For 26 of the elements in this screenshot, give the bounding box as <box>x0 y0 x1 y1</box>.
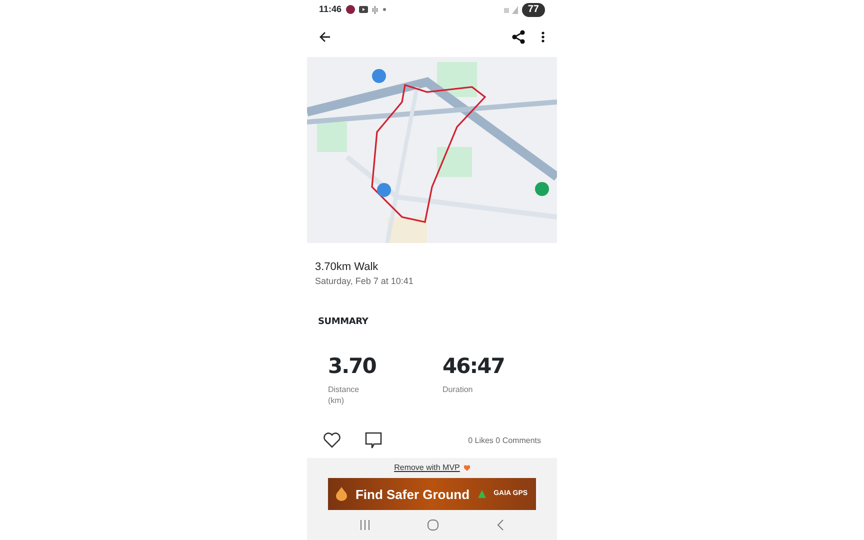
audio-icon <box>372 6 379 14</box>
signal-icon <box>504 6 518 14</box>
section-heading: SUMMARY <box>318 316 370 329</box>
video-icon <box>358 6 368 14</box>
back-icon[interactable] <box>319 31 331 44</box>
share-icon[interactable] <box>512 30 525 44</box>
activity-date: Saturday, Feb 7 at 10:41 <box>315 275 414 288</box>
likes-comments-count: 0 Likes 0 Comments <box>468 434 541 447</box>
remove-ads-link[interactable]: Remove with MVP <box>394 462 460 474</box>
dot-icon <box>382 8 386 12</box>
more-icon[interactable] <box>541 31 545 44</box>
comment-icon[interactable] <box>365 432 382 450</box>
battery-indicator: 77 <box>522 2 545 17</box>
home-icon[interactable] <box>427 519 440 532</box>
heart-icon <box>464 465 470 472</box>
back-nav-icon[interactable] <box>497 519 504 532</box>
heart-icon[interactable] <box>323 432 341 448</box>
activity-title: 3.70km Walk <box>315 260 380 275</box>
recent-apps-icon[interactable] <box>360 520 370 530</box>
notification-icon <box>346 5 355 14</box>
clock: 11:46 <box>319 3 342 16</box>
stat-label: Distance (km) <box>328 385 360 406</box>
stat-value: 3.70 <box>328 356 377 378</box>
stat-value: 46:47 <box>442 356 506 378</box>
stat-label: Duration <box>442 385 474 396</box>
ad-headline: Find Safer Ground <box>355 486 470 504</box>
